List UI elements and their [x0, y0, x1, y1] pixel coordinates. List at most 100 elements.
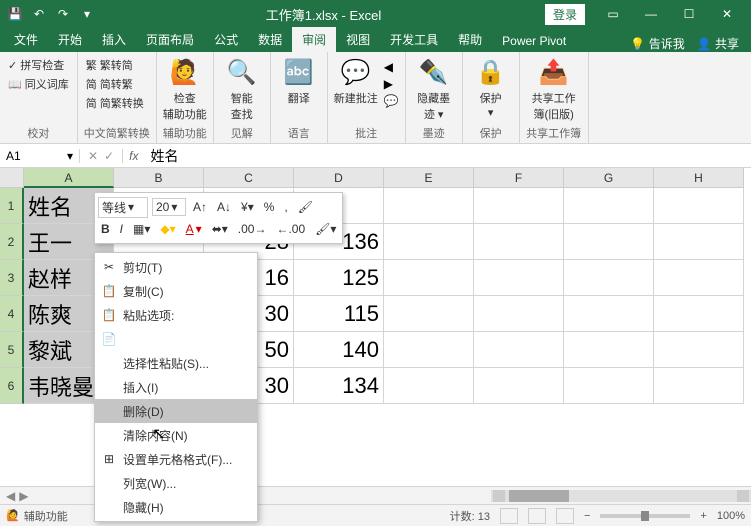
- mini-italic-icon[interactable]: I: [117, 221, 126, 237]
- cell[interactable]: [474, 296, 564, 332]
- hscroll-thumb[interactable]: [509, 490, 569, 502]
- cm-copy[interactable]: 📋复制(C): [95, 279, 257, 303]
- mini-decimal-dec-icon[interactable]: ←.00: [273, 221, 308, 237]
- cell[interactable]: [384, 224, 474, 260]
- cm-clear[interactable]: 清除内容(N): [95, 423, 257, 447]
- cancel-formula-icon[interactable]: ✕: [88, 149, 98, 163]
- tell-me-search[interactable]: 💡 告诉我: [630, 35, 684, 52]
- login-button[interactable]: 登录: [545, 4, 585, 25]
- new-comment-button[interactable]: 💬新建批注: [334, 56, 378, 106]
- cell[interactable]: [474, 368, 564, 404]
- row-header[interactable]: 3: [0, 260, 24, 296]
- cell[interactable]: [654, 260, 744, 296]
- cell[interactable]: [384, 260, 474, 296]
- view-normal-icon[interactable]: [500, 508, 518, 524]
- cell[interactable]: [654, 296, 744, 332]
- thesaurus-button[interactable]: 📖 同义词库: [6, 75, 71, 93]
- cell[interactable]: 125: [294, 260, 384, 296]
- cell[interactable]: [564, 260, 654, 296]
- trad-to-simp-button[interactable]: 简 简转繁: [84, 75, 146, 93]
- cm-delete[interactable]: 删除(D): [95, 399, 257, 423]
- mini-size-select[interactable]: 20 ▾: [152, 198, 186, 216]
- mini-decimal-inc-icon[interactable]: .00→: [235, 221, 270, 237]
- show-comment-icon[interactable]: 💬: [384, 94, 399, 108]
- col-header-e[interactable]: E: [384, 168, 474, 188]
- cell[interactable]: [654, 332, 744, 368]
- row-header[interactable]: 1: [0, 188, 24, 224]
- chinese-convert-button[interactable]: 简 简繁转换: [84, 94, 146, 112]
- translate-button[interactable]: 🔤翻译: [277, 56, 321, 106]
- cell[interactable]: [654, 224, 744, 260]
- sheet-nav-first-icon[interactable]: ◀: [6, 489, 15, 503]
- cm-format-cells[interactable]: ⊞设置单元格格式(F)...: [95, 447, 257, 471]
- tab-review[interactable]: 审阅: [292, 27, 336, 52]
- cm-paste-special[interactable]: 选择性粘贴(S)...: [95, 351, 257, 375]
- tab-developer[interactable]: 开发工具: [380, 27, 448, 52]
- prev-comment-icon[interactable]: ◀: [384, 60, 399, 74]
- mini-fill-color-icon[interactable]: ◆▾: [157, 221, 178, 237]
- minimize-icon[interactable]: —: [633, 0, 669, 28]
- fx-icon[interactable]: fx: [123, 149, 144, 163]
- save-icon[interactable]: 💾: [4, 3, 26, 25]
- tab-pagelayout[interactable]: 页面布局: [136, 27, 204, 52]
- zoom-slider[interactable]: [600, 514, 690, 518]
- tab-powerpivot[interactable]: Power Pivot: [492, 30, 576, 52]
- accessibility-check-button[interactable]: 🙋检查 辅助功能: [163, 56, 207, 122]
- cm-insert[interactable]: 插入(I): [95, 375, 257, 399]
- qat-dropdown-icon[interactable]: ▾: [76, 3, 98, 25]
- col-header-h[interactable]: H: [654, 168, 744, 188]
- next-comment-icon[interactable]: ▶: [384, 77, 399, 91]
- cell[interactable]: 115: [294, 296, 384, 332]
- zoom-thumb[interactable]: [641, 511, 649, 521]
- row-header[interactable]: 6: [0, 368, 24, 404]
- cell[interactable]: [384, 368, 474, 404]
- cell[interactable]: [474, 260, 564, 296]
- col-header-f[interactable]: F: [474, 168, 564, 188]
- select-all-corner[interactable]: [0, 168, 24, 188]
- hscroll-left-icon[interactable]: [493, 490, 505, 502]
- undo-icon[interactable]: ↶: [28, 3, 50, 25]
- cm-column-width[interactable]: 列宽(W)...: [95, 471, 257, 495]
- col-header-d[interactable]: D: [294, 168, 384, 188]
- cell[interactable]: [564, 188, 654, 224]
- cell[interactable]: 140: [294, 332, 384, 368]
- smart-lookup-button[interactable]: 🔍智能 查找: [220, 56, 264, 122]
- mini-merge-icon[interactable]: ⬌▾: [209, 221, 231, 237]
- col-header-a[interactable]: A: [24, 168, 114, 188]
- cell[interactable]: 134: [294, 368, 384, 404]
- cm-cut[interactable]: ✂剪切(T): [95, 255, 257, 279]
- mini-bold-icon[interactable]: B: [98, 221, 113, 237]
- row-header[interactable]: 5: [0, 332, 24, 368]
- tab-view[interactable]: 视图: [336, 27, 380, 52]
- mini-border-icon[interactable]: ▦▾: [130, 221, 153, 237]
- col-header-c[interactable]: C: [204, 168, 294, 188]
- cell[interactable]: [474, 224, 564, 260]
- tab-file[interactable]: 文件: [4, 27, 48, 52]
- cell[interactable]: [474, 332, 564, 368]
- col-header-b[interactable]: B: [114, 168, 204, 188]
- cell[interactable]: [654, 368, 744, 404]
- col-header-g[interactable]: G: [564, 168, 654, 188]
- tab-help[interactable]: 帮助: [448, 27, 492, 52]
- view-pagebreak-icon[interactable]: [556, 508, 574, 524]
- cell[interactable]: [474, 188, 564, 224]
- formula-input[interactable]: 姓名: [144, 146, 751, 166]
- cm-paste-default[interactable]: 📄: [95, 327, 257, 351]
- redo-icon[interactable]: ↷: [52, 3, 74, 25]
- accessibility-status-icon[interactable]: 🙋: [6, 509, 20, 522]
- share-button[interactable]: 👤 共享: [697, 35, 739, 52]
- cell[interactable]: [564, 368, 654, 404]
- mini-format-icon[interactable]: 🖌▾: [312, 221, 339, 237]
- cm-hide[interactable]: 隐藏(H): [95, 495, 257, 519]
- zoom-in-icon[interactable]: +: [700, 510, 706, 522]
- tab-formulas[interactable]: 公式: [204, 27, 248, 52]
- mini-format-painter-icon[interactable]: 🖌: [295, 199, 316, 215]
- close-icon[interactable]: ✕: [709, 0, 745, 28]
- mini-percent-icon[interactable]: %: [261, 199, 278, 215]
- view-pagelayout-icon[interactable]: [528, 508, 546, 524]
- cell[interactable]: [564, 224, 654, 260]
- spell-check-button[interactable]: ✓ 拼写检查: [6, 56, 71, 74]
- row-header[interactable]: 2: [0, 224, 24, 260]
- row-header[interactable]: 4: [0, 296, 24, 332]
- share-workbook-button[interactable]: 📤共享工作 簿(旧版): [526, 56, 582, 122]
